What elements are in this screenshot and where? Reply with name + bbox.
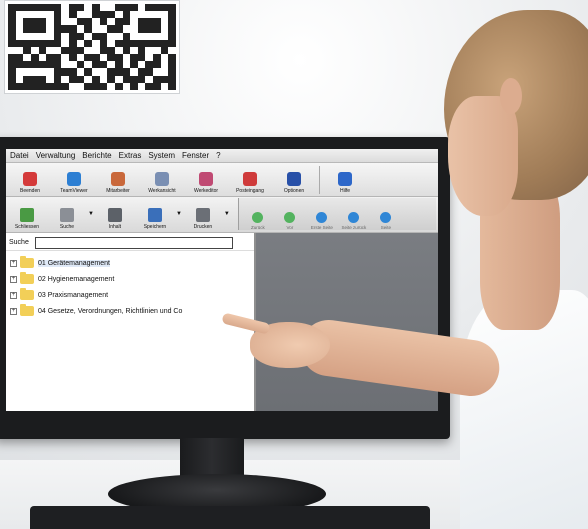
person-ear xyxy=(500,78,522,114)
toolbar-separator xyxy=(319,166,320,194)
menu-item[interactable]: System xyxy=(148,151,175,160)
expand-icon[interactable]: + xyxy=(10,307,17,315)
expand-icon[interactable]: + xyxy=(10,259,17,267)
tree-item[interactable]: +01 Gerätemanagement xyxy=(6,255,254,271)
document-toolbar-label: Suche xyxy=(59,224,75,230)
qr-code xyxy=(4,0,180,94)
toolbar-icon xyxy=(287,172,301,186)
document-toolbar-icon xyxy=(107,208,122,222)
menu-item[interactable]: Fenster xyxy=(182,151,209,160)
toolbar-button-label: Posteingang xyxy=(236,188,264,194)
toolbar-button-label: Beenden xyxy=(19,188,41,194)
content-area: Suche +01 Gerätemanagement +02 Hygieneman… xyxy=(6,233,438,411)
navigation-icon xyxy=(252,212,264,223)
dropdown-caret-icon[interactable]: ▼ xyxy=(176,211,182,217)
menu-item[interactable]: ? xyxy=(216,151,220,160)
expand-icon[interactable]: + xyxy=(10,291,17,299)
navigation-button-label: Erste Seite xyxy=(310,225,333,230)
document-tree: +01 Gerätemanagement +02 Hygienemanagemen… xyxy=(6,251,254,319)
navigation-icon xyxy=(316,212,328,223)
menu-item[interactable]: Datei xyxy=(10,151,29,160)
navigation-icon xyxy=(284,212,296,223)
menu-item[interactable]: Berichte xyxy=(82,151,111,160)
toolbar-button[interactable]: TeamViewer xyxy=(53,164,95,194)
toolbar-button[interactable]: Beenden xyxy=(9,164,51,194)
toolbar-icon xyxy=(23,172,37,186)
toolbar-icon xyxy=(199,172,213,186)
toolbar-button[interactable]: Werkeditor xyxy=(185,164,227,194)
document-toolbar-button[interactable]: Speichern xyxy=(136,198,174,230)
navigation-button-label: Seite xyxy=(380,225,391,230)
document-toolbar-label: Inhalt xyxy=(108,224,122,230)
search-row: Suche xyxy=(6,235,254,251)
toolbar-button-label: Optionen xyxy=(283,188,305,194)
navigation-button-label: Seite zurück xyxy=(341,225,367,230)
menu-bar: Datei Verwaltung Berichte Extras System Fenst… xyxy=(6,149,438,163)
navigation-button[interactable]: Erste Seite xyxy=(307,200,337,230)
toolbar-button[interactable]: Werkansicht xyxy=(141,164,183,194)
toolbar-icon xyxy=(243,172,257,186)
menu-item[interactable]: Verwaltung xyxy=(36,151,76,160)
document-toolbar-label: Speichern xyxy=(143,224,167,230)
navigation-toolbar: Zurück Vor Erste Seite Seite zurück Seite xyxy=(237,198,436,230)
toolbar-button[interactable]: Optionen xyxy=(273,164,315,194)
tree-item-label: 03 Praxismanagement xyxy=(38,291,109,299)
folder-icon xyxy=(20,304,34,316)
navigation-button[interactable]: Zurück xyxy=(243,200,273,230)
toolbar-button[interactable]: Hilfe xyxy=(324,164,366,194)
folder-icon xyxy=(20,288,34,300)
dropdown-caret-icon[interactable]: ▼ xyxy=(88,211,94,217)
search-label: Suche xyxy=(9,239,29,246)
tree-item-label: 04 Gesetze, Verordnungen, Richtlinien un… xyxy=(38,307,183,315)
navigation-button-label: Vor xyxy=(286,225,294,230)
toolbar-button[interactable]: Mitarbeiter xyxy=(97,164,139,194)
tree-item[interactable]: +02 Hygienemanagement xyxy=(6,271,254,287)
document-toolbar-button[interactable]: Drucken xyxy=(184,198,222,230)
tree-item[interactable]: +04 Gesetze, Verordnungen, Richtlinien u… xyxy=(6,303,254,319)
toolbar-button[interactable]: Posteingang xyxy=(229,164,271,194)
navigation-button[interactable]: Vor xyxy=(275,200,305,230)
toolbar-button-label: Werkansicht xyxy=(148,188,176,194)
document-toolbar-icon xyxy=(195,208,210,222)
expand-icon[interactable]: + xyxy=(10,275,17,283)
document-toolbar-icon xyxy=(60,208,74,222)
toolbar-icon xyxy=(338,172,352,186)
tree-item-label: 01 Gerätemanagement xyxy=(38,259,110,267)
tree-item[interactable]: +03 Praxismanagement xyxy=(6,287,254,303)
toolbar-button-label: Hilfe xyxy=(339,188,350,194)
document-toolbar-button[interactable]: Inhalt xyxy=(96,198,134,230)
document-toolbar: Schliessen Suche ▼ Inhalt Speichern ▼ Drucken ▼… xyxy=(6,197,438,233)
navigation-button[interactable]: Seite xyxy=(371,200,401,230)
document-toolbar-button[interactable]: Suche xyxy=(48,198,86,230)
toolbar-button-label: Werkeditor xyxy=(193,188,219,194)
document-toolbar-label: Schliessen xyxy=(14,224,40,230)
toolbar-button-label: TeamViewer xyxy=(60,188,88,194)
navigation-pane: Suche +01 Gerätemanagement +02 Hygieneman… xyxy=(6,233,256,411)
document-toolbar-label: Drucken xyxy=(193,224,213,230)
toolbar-icon xyxy=(67,172,81,186)
document-toolbar-icon xyxy=(147,208,162,222)
person-face xyxy=(448,96,518,216)
dropdown-caret-icon[interactable]: ▼ xyxy=(224,211,230,217)
main-toolbar: Beenden TeamViewer Mitarbeiter Werkansicht W… xyxy=(6,163,438,197)
tree-item-label: 02 Hygienemanagement xyxy=(38,275,115,283)
navigation-button[interactable]: Seite zurück xyxy=(339,200,369,230)
toolbar-icon xyxy=(111,172,125,186)
toolbar-button-label: Mitarbeiter xyxy=(106,188,130,194)
document-toolbar-button[interactable]: Schliessen xyxy=(8,198,46,230)
navigation-button-label: Zurück xyxy=(250,225,265,230)
qr-code-pattern xyxy=(8,4,176,90)
folder-icon xyxy=(20,256,34,268)
toolbar-icon xyxy=(155,172,169,186)
folder-icon xyxy=(20,272,34,284)
menu-item[interactable]: Extras xyxy=(119,151,142,160)
document-toolbar-icon xyxy=(20,208,34,222)
keyboard xyxy=(30,506,430,529)
search-input[interactable] xyxy=(34,236,233,249)
navigation-icon xyxy=(380,212,392,223)
navigation-icon xyxy=(348,212,360,223)
monitor: Datei Verwaltung Berichte Extras System Fenst… xyxy=(0,137,450,439)
